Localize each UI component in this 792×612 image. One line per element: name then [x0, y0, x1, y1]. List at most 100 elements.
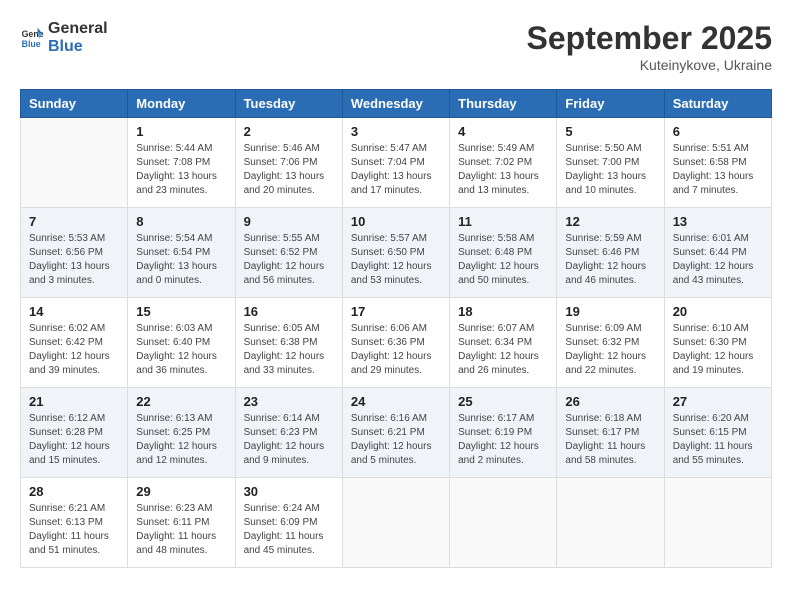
day-info: Sunrise: 6:21 AMSunset: 6:13 PMDaylight:…	[29, 502, 119, 558]
day-number: 29	[136, 484, 226, 499]
day-number: 21	[29, 394, 119, 409]
day-info: Sunrise: 5:46 AMSunset: 7:06 PMDaylight:…	[244, 142, 334, 198]
header-tuesday: Tuesday	[235, 90, 342, 118]
day-info: Sunrise: 5:59 AMSunset: 6:46 PMDaylight:…	[565, 232, 655, 288]
logo: General Blue General Blue	[20, 20, 108, 55]
calendar-cell	[342, 478, 449, 568]
day-number: 26	[565, 394, 655, 409]
calendar-cell: 23 Sunrise: 6:14 AMSunset: 6:23 PMDayligh…	[235, 388, 342, 478]
day-info: Sunrise: 6:17 AMSunset: 6:19 PMDaylight:…	[458, 412, 548, 468]
month-title: September 2025	[527, 20, 772, 57]
calendar-cell: 3Sunrise: 5:47 AMSunset: 7:04 PMDaylight…	[342, 118, 449, 208]
calendar-cell: 13Sunrise: 6:01 AMSunset: 6:44 PMDayligh…	[664, 208, 771, 298]
calendar-cell: 6 Sunrise: 5:51 AMSunset: 6:58 PMDaylight…	[664, 118, 771, 208]
day-number: 7	[29, 214, 119, 229]
day-number: 5	[565, 124, 655, 139]
day-info: Sunrise: 6:18 AMSunset: 6:17 PMDaylight:…	[565, 412, 655, 468]
day-info: Sunrise: 5:57 AMSunset: 6:50 PMDaylight:…	[351, 232, 441, 288]
day-number: 28	[29, 484, 119, 499]
logo-blue-text: Blue	[48, 38, 108, 56]
day-number: 22	[136, 394, 226, 409]
day-info: Sunrise: 6:05 AMSunset: 6:38 PMDaylight:…	[244, 322, 334, 378]
day-number: 30	[244, 484, 334, 499]
day-info: Sunrise: 6:14 AMSunset: 6:23 PMDaylight:…	[244, 412, 334, 468]
logo-icon: General Blue	[20, 26, 44, 50]
day-number: 18	[458, 304, 548, 319]
day-number: 11	[458, 214, 548, 229]
day-number: 1	[136, 124, 226, 139]
day-info: Sunrise: 5:54 AMSunset: 6:54 PMDaylight:…	[136, 232, 226, 288]
day-info: Sunrise: 6:06 AMSunset: 6:36 PMDaylight:…	[351, 322, 441, 378]
day-info: Sunrise: 5:50 AMSunset: 7:00 PMDaylight:…	[565, 142, 655, 198]
day-info: Sunrise: 6:20 AMSunset: 6:15 PMDaylight:…	[673, 412, 763, 468]
day-number: 16	[244, 304, 334, 319]
day-info: Sunrise: 6:13 AMSunset: 6:25 PMDaylight:…	[136, 412, 226, 468]
day-number: 10	[351, 214, 441, 229]
calendar-cell: 16 Sunrise: 6:05 AMSunset: 6:38 PMDayligh…	[235, 298, 342, 388]
calendar-cell: 25 Sunrise: 6:17 AMSunset: 6:19 PMDayligh…	[450, 388, 557, 478]
day-info: Sunrise: 6:24 AMSunset: 6:09 PMDaylight:…	[244, 502, 334, 558]
calendar-cell: 15Sunrise: 6:03 AMSunset: 6:40 PMDayligh…	[128, 298, 235, 388]
day-info: Sunrise: 6:12 AMSunset: 6:28 PMDaylight:…	[29, 412, 119, 468]
calendar-week-row: 14Sunrise: 6:02 AMSunset: 6:42 PMDayligh…	[21, 298, 772, 388]
day-number: 19	[565, 304, 655, 319]
calendar-cell: 10 Sunrise: 5:57 AMSunset: 6:50 PMDayligh…	[342, 208, 449, 298]
day-number: 14	[29, 304, 119, 319]
header-friday: Friday	[557, 90, 664, 118]
calendar-cell: 24 Sunrise: 6:16 AMSunset: 6:21 PMDayligh…	[342, 388, 449, 478]
svg-text:Blue: Blue	[22, 38, 41, 48]
calendar-cell: 12 Sunrise: 5:59 AMSunset: 6:46 PMDayligh…	[557, 208, 664, 298]
day-number: 3	[351, 124, 441, 139]
day-number: 25	[458, 394, 548, 409]
calendar-cell: 7 Sunrise: 5:53 AMSunset: 6:56 PMDaylight…	[21, 208, 128, 298]
header-sunday: Sunday	[21, 90, 128, 118]
day-number: 27	[673, 394, 763, 409]
day-info: Sunrise: 5:51 AMSunset: 6:58 PMDaylight:…	[673, 142, 763, 198]
day-info: Sunrise: 6:01 AMSunset: 6:44 PMDaylight:…	[673, 232, 763, 288]
day-info: Sunrise: 5:58 AMSunset: 6:48 PMDaylight:…	[458, 232, 548, 288]
calendar-cell: 5 Sunrise: 5:50 AMSunset: 7:00 PMDaylight…	[557, 118, 664, 208]
title-area: September 2025 Kuteinykove, Ukraine	[527, 20, 772, 73]
day-number: 8	[136, 214, 226, 229]
day-number: 9	[244, 214, 334, 229]
day-number: 6	[673, 124, 763, 139]
day-info: Sunrise: 6:03 AMSunset: 6:40 PMDaylight:…	[136, 322, 226, 378]
day-info: Sunrise: 6:23 AMSunset: 6:11 PMDaylight:…	[136, 502, 226, 558]
calendar-cell: 22 Sunrise: 6:13 AMSunset: 6:25 PMDayligh…	[128, 388, 235, 478]
page-header: General Blue General Blue September 2025…	[20, 20, 772, 73]
calendar-cell: 29 Sunrise: 6:23 AMSunset: 6:11 PMDayligh…	[128, 478, 235, 568]
day-info: Sunrise: 5:53 AMSunset: 6:56 PMDaylight:…	[29, 232, 119, 288]
calendar-cell: 21 Sunrise: 6:12 AMSunset: 6:28 PMDayligh…	[21, 388, 128, 478]
calendar-cell	[557, 478, 664, 568]
header-monday: Monday	[128, 90, 235, 118]
calendar-cell: 9Sunrise: 5:55 AMSunset: 6:52 PMDaylight…	[235, 208, 342, 298]
calendar-week-row: 7 Sunrise: 5:53 AMSunset: 6:56 PMDaylight…	[21, 208, 772, 298]
calendar-cell: 20Sunrise: 6:10 AMSunset: 6:30 PMDayligh…	[664, 298, 771, 388]
calendar-cell: 18 Sunrise: 6:07 AMSunset: 6:34 PMDayligh…	[450, 298, 557, 388]
header-saturday: Saturday	[664, 90, 771, 118]
day-info: Sunrise: 5:49 AMSunset: 7:02 PMDaylight:…	[458, 142, 548, 198]
day-number: 12	[565, 214, 655, 229]
calendar-cell: 11 Sunrise: 5:58 AMSunset: 6:48 PMDayligh…	[450, 208, 557, 298]
day-number: 2	[244, 124, 334, 139]
logo-general-text: General	[48, 20, 108, 38]
calendar-cell: 8 Sunrise: 5:54 AMSunset: 6:54 PMDaylight…	[128, 208, 235, 298]
day-info: Sunrise: 6:16 AMSunset: 6:21 PMDaylight:…	[351, 412, 441, 468]
calendar-cell: 17 Sunrise: 6:06 AMSunset: 6:36 PMDayligh…	[342, 298, 449, 388]
calendar-cell: 26 Sunrise: 6:18 AMSunset: 6:17 PMDayligh…	[557, 388, 664, 478]
day-number: 24	[351, 394, 441, 409]
day-number: 17	[351, 304, 441, 319]
calendar-cell: 28 Sunrise: 6:21 AMSunset: 6:13 PMDayligh…	[21, 478, 128, 568]
day-info: Sunrise: 6:09 AMSunset: 6:32 PMDaylight:…	[565, 322, 655, 378]
calendar-cell	[450, 478, 557, 568]
calendar-cell: 30 Sunrise: 6:24 AMSunset: 6:09 PMDayligh…	[235, 478, 342, 568]
calendar-cell: 1Sunrise: 5:44 AMSunset: 7:08 PMDaylight…	[128, 118, 235, 208]
calendar-table: SundayMondayTuesdayWednesdayThursdayFrid…	[20, 89, 772, 568]
calendar-week-row: 21 Sunrise: 6:12 AMSunset: 6:28 PMDayligh…	[21, 388, 772, 478]
calendar-cell: 2 Sunrise: 5:46 AMSunset: 7:06 PMDaylight…	[235, 118, 342, 208]
day-info: Sunrise: 6:07 AMSunset: 6:34 PMDaylight:…	[458, 322, 548, 378]
calendar-header-row: SundayMondayTuesdayWednesdayThursdayFrid…	[21, 90, 772, 118]
day-number: 23	[244, 394, 334, 409]
calendar-cell: 27 Sunrise: 6:20 AMSunset: 6:15 PMDayligh…	[664, 388, 771, 478]
calendar-cell: 14Sunrise: 6:02 AMSunset: 6:42 PMDayligh…	[21, 298, 128, 388]
